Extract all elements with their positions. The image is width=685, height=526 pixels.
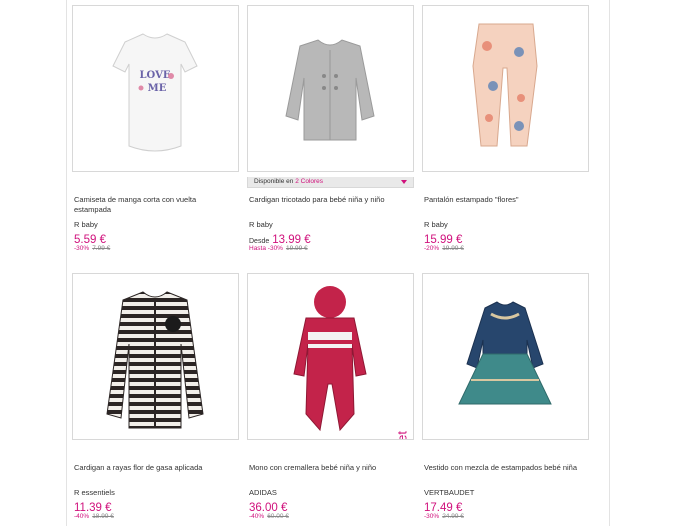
old-price: 7.99 € [92,245,111,252]
availability-colors: 2 Colores [295,178,324,185]
discount: -20% [424,245,440,252]
product-brand: R essentiels [74,488,115,497]
product-image[interactable]: LOVE ME [72,5,239,172]
discount: -40% [74,513,90,520]
product-card[interactable]: Cardigan a rayas flor de gasa aplicada R… [72,273,239,523]
product-card[interactable]: Disponible en 2 Colores Cardigan tricota… [247,5,414,255]
discount: -40% [249,513,265,520]
old-price: 60.00 € [267,513,289,520]
product-name[interactable]: Vestido con mezcla de estampados bebé ni… [424,463,582,473]
old-price: 19.99 € [285,245,308,252]
old-price: 24.99 € [442,513,464,520]
discount-row: -20% 19.99 € [424,245,464,252]
discount: -30% [74,245,90,252]
left-divider [66,0,67,526]
product-brand: VERTBAUDET [424,488,475,497]
product-card[interactable]: Pantalón estampado "flores" R baby 15.99… [422,5,589,255]
right-divider [609,0,610,526]
product-name[interactable]: Cardigan tricotado para bebé niña y niño [249,195,407,205]
discount: -30% [424,513,440,520]
product-image[interactable] [72,273,239,440]
product-name[interactable]: Mono con cremallera bebé niña y niño [249,463,407,473]
product-brand: R baby [424,220,448,229]
old-price: 19.99 € [442,245,464,252]
price-from-label: Desde [249,238,270,245]
discount-row: Hasta -30% 19.99 € [249,245,308,252]
discount-row: -40% 18.99 € [74,513,114,520]
discount-row: -40% 60.00 € [249,513,289,520]
product-brand: R baby [249,220,273,229]
svg-text:LOVE: LOVE [140,70,171,81]
product-image[interactable] [247,5,414,172]
product-card[interactable]: LOVE ME Camiseta de manga corta con vuel… [72,5,239,255]
product-card[interactable]: Vestido con mezcla de estampados bebé ni… [422,273,589,523]
product-image[interactable]: Outlet [247,273,414,440]
product-name[interactable]: Camiseta de manga corta con vuelta estam… [74,195,232,215]
color-availability-bar[interactable]: Disponible en 2 Colores [247,177,414,188]
product-image[interactable] [422,273,589,440]
product-image[interactable] [422,5,589,172]
outlet-badge: Outlet [395,431,410,439]
discount-row: -30% 24.99 € [424,513,464,520]
product-name[interactable]: Cardigan a rayas flor de gasa aplicada [74,463,232,473]
product-brand: R baby [74,220,98,229]
old-price: 18.99 € [92,513,114,520]
product-name[interactable]: Pantalón estampado "flores" [424,195,582,205]
chevron-down-icon[interactable] [401,180,407,184]
availability-label: Disponible en [254,178,294,185]
svg-text:ME: ME [148,83,167,94]
discount: Hasta -30% [249,245,283,252]
product-card[interactable]: Outlet Mono con cremallera bebé niña y n… [247,273,414,523]
discount-row: -30% 7.99 € [74,245,110,252]
product-brand: ADIDAS [249,488,277,497]
